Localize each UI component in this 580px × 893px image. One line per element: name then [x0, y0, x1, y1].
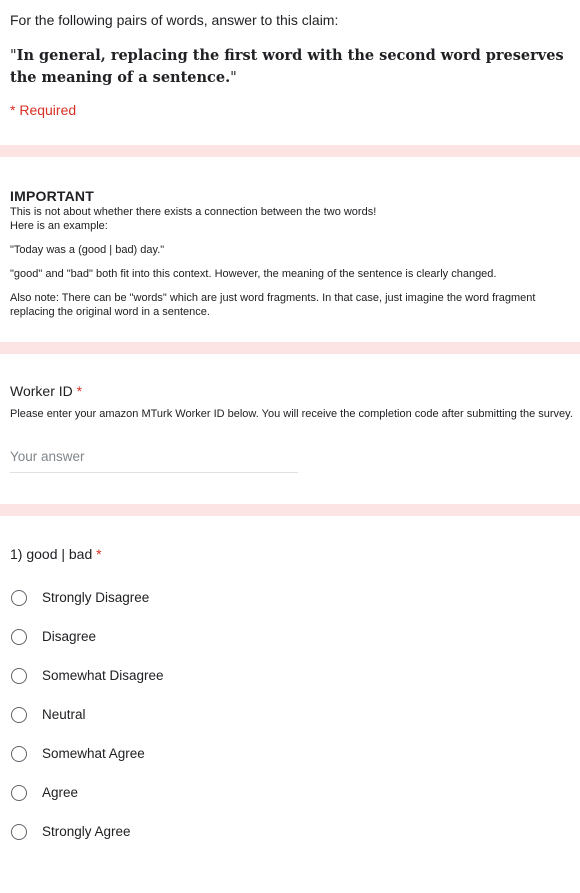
radio-circle-icon[interactable] — [11, 745, 27, 762]
claim-text: "In general, replacing the first word wi… — [10, 45, 576, 89]
intro-section: For the following pairs of words, answer… — [0, 10, 580, 120]
option-agree[interactable]: Agree — [10, 773, 576, 812]
option-label: Disagree — [42, 629, 97, 644]
radio-circle-icon[interactable] — [11, 706, 27, 723]
important-line-2: Here is an example: — [10, 220, 108, 232]
radio-circle-icon[interactable] — [11, 667, 27, 684]
section-divider — [0, 342, 580, 354]
worker-id-question: Worker ID * Please enter your amazon MTu… — [0, 381, 580, 473]
section-divider — [0, 504, 580, 516]
radio-circle-icon[interactable] — [11, 589, 27, 606]
worker-id-input[interactable]: Your answer — [10, 448, 298, 473]
radio-circle-icon[interactable] — [11, 628, 27, 645]
example-explanation: "good" and "bad" both fit into this cont… — [10, 268, 497, 280]
question-1-title: 1) good | bad * — [10, 544, 576, 564]
section-divider — [0, 145, 580, 157]
option-disagree[interactable]: Disagree — [10, 617, 576, 656]
option-somewhat-disagree[interactable]: Somewhat Disagree — [10, 656, 576, 695]
worker-id-title: Worker ID * — [10, 381, 576, 401]
option-neutral[interactable]: Neutral — [10, 695, 576, 734]
worker-id-label: Worker ID — [10, 383, 73, 399]
important-heading: IMPORTANT — [10, 188, 94, 204]
option-label: Somewhat Disagree — [42, 668, 164, 683]
instruction-text: For the following pairs of words, answer… — [10, 12, 339, 28]
radio-group: Strongly Disagree Disagree Somewhat Disa… — [10, 578, 576, 851]
question-1: 1) good | bad * Strongly Disagree Disagr… — [0, 544, 580, 851]
question-1-label: 1) good | bad — [10, 546, 93, 562]
option-label: Neutral — [42, 707, 86, 722]
option-strongly-agree[interactable]: Strongly Agree — [10, 812, 576, 851]
example-sentence: "Today was a (good | bad) day." — [10, 244, 165, 256]
option-label: Agree — [42, 785, 79, 800]
fragment-note: Also note: There can be "words" which ar… — [10, 292, 536, 318]
worker-id-help: Please enter your amazon MTurk Worker ID… — [10, 408, 573, 420]
option-label: Somewhat Agree — [42, 746, 145, 761]
option-label: Strongly Agree — [42, 824, 131, 839]
option-label: Strongly Disagree — [42, 590, 150, 605]
required-note: * Required — [10, 102, 77, 118]
option-somewhat-agree[interactable]: Somewhat Agree — [10, 734, 576, 773]
important-line-1: This is not about whether there exists a… — [10, 206, 377, 218]
claim-close-quote: " — [230, 70, 237, 86]
option-strongly-disagree[interactable]: Strongly Disagree — [10, 578, 576, 617]
radio-circle-icon[interactable] — [11, 784, 27, 801]
radio-circle-icon[interactable] — [11, 823, 27, 840]
claim-statement: In general, replacing the first word wit… — [10, 47, 564, 86]
claim-open-quote: " — [10, 48, 17, 64]
required-star: * — [76, 383, 83, 399]
required-star: * — [96, 546, 102, 562]
important-section: IMPORTANT This is not about whether ther… — [0, 187, 580, 319]
